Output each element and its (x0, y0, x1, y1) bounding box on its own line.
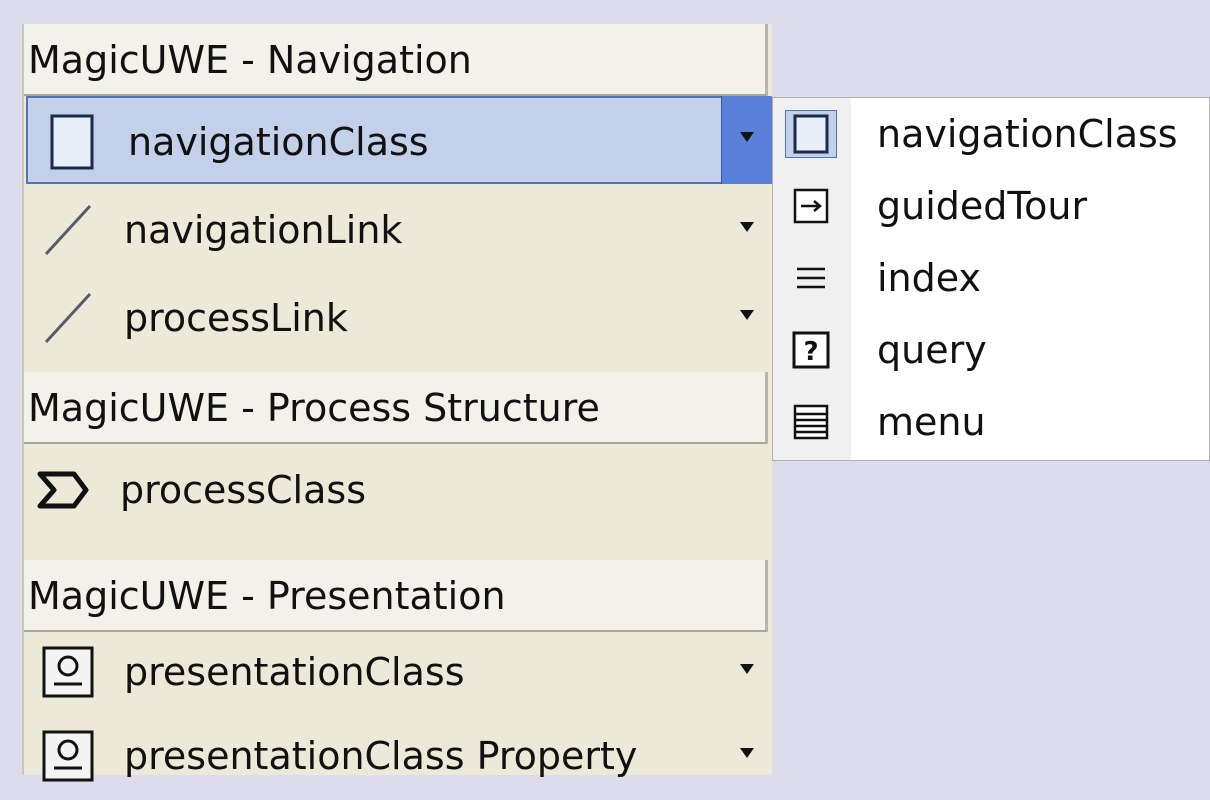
menu-item-label: guidedTour (877, 184, 1088, 228)
presentation-icon (38, 642, 98, 702)
tool-dropdown-menu: navigationClass guidedTour index ? query… (772, 97, 1210, 461)
tool-navigation-class[interactable]: navigationClass (26, 96, 772, 184)
tool-dropdown-button[interactable] (721, 96, 772, 184)
arrow-box-icon (785, 182, 837, 230)
chevron-down-icon[interactable] (740, 310, 754, 320)
menu-item-label: query (877, 328, 987, 372)
menu-item-label: menu (877, 400, 986, 444)
question-box-icon: ? (785, 326, 837, 374)
section-header-presentation[interactable]: MagicUWE - Presentation (24, 560, 768, 632)
class-box-icon (785, 110, 837, 158)
menu-item-navigation-class[interactable]: navigationClass (773, 98, 1210, 170)
section-header-navigation[interactable]: MagicUWE - Navigation (24, 24, 768, 96)
class-box-icon (42, 112, 102, 172)
tool-label: navigationClass (128, 120, 429, 164)
chevron-down-icon[interactable] (740, 664, 754, 674)
menu-item-query[interactable]: ? query (773, 314, 1210, 386)
tool-label: processLink (124, 296, 348, 340)
menu-list-icon (785, 398, 837, 446)
tool-label: processClass (120, 468, 366, 512)
link-line-icon (38, 200, 98, 260)
menu-item-guided-tour[interactable]: guidedTour (773, 170, 1210, 242)
tool-label: presentationClass Property (124, 734, 638, 778)
menu-item-index[interactable]: index (773, 242, 1210, 314)
menu-item-label: index (877, 256, 981, 300)
tool-label: navigationLink (124, 208, 403, 252)
section-header-process-structure[interactable]: MagicUWE - Process Structure (24, 372, 768, 444)
tool-navigation-link[interactable]: navigationLink (24, 186, 768, 274)
section-header-label: MagicUWE - Navigation (28, 38, 472, 82)
chevron-down-icon[interactable] (740, 222, 754, 232)
section-header-label: MagicUWE - Presentation (28, 574, 506, 618)
sigma-icon (34, 460, 94, 520)
section-header-label: MagicUWE - Process Structure (28, 386, 600, 430)
menu-item-label: navigationClass (877, 112, 1178, 156)
tool-presentation-class-property[interactable]: presentationClass Property (24, 712, 768, 800)
chevron-down-icon (740, 132, 754, 142)
tool-label: presentationClass (124, 650, 465, 694)
presentation-icon (38, 726, 98, 786)
chevron-down-icon[interactable] (740, 748, 754, 758)
tool-presentation-class[interactable]: presentationClass (24, 628, 768, 716)
magicuwe-palette: MagicUWE - Navigation navigationClass na… (22, 24, 772, 782)
tool-process-link[interactable]: processLink (24, 274, 768, 362)
menu-item-menu[interactable]: menu (773, 386, 1210, 458)
tool-process-class[interactable]: processClass (24, 446, 768, 534)
svg-text:?: ? (803, 337, 818, 367)
lines-icon (785, 254, 837, 302)
link-line-icon (38, 288, 98, 348)
